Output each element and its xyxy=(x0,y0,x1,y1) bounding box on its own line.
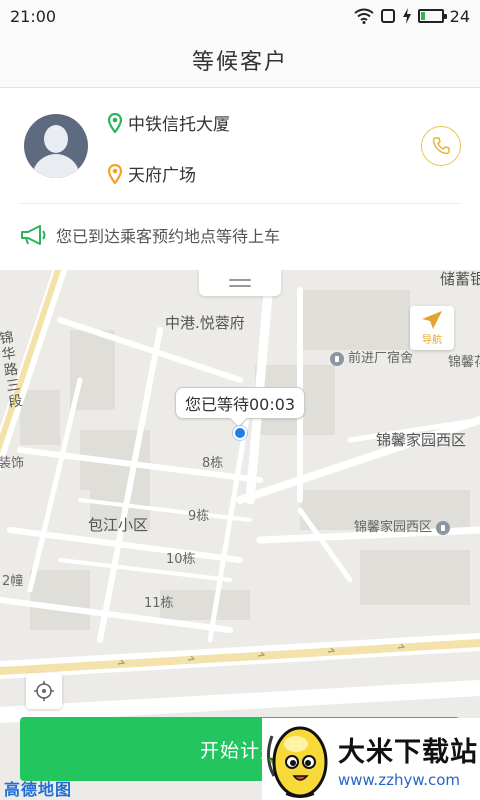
map-provider-logo: 高德地图 xyxy=(4,780,73,799)
navigation-arrow-icon xyxy=(422,311,442,329)
pickup-address: 中铁信托大厦 xyxy=(128,115,230,135)
drawer-handle-line xyxy=(229,279,251,281)
navigation-button[interactable]: 导航 xyxy=(410,306,454,350)
crosshair-icon xyxy=(34,681,54,701)
map-label-building-2: 2幢 xyxy=(2,574,24,589)
status-time: 21:00 xyxy=(10,6,57,26)
arrival-notice: 您已到达乘客预约地点等待上车 xyxy=(20,223,280,247)
avatar-body xyxy=(32,154,80,178)
avatar-head xyxy=(44,125,68,153)
destination-pin-icon xyxy=(108,163,122,184)
battery-icon xyxy=(417,9,447,23)
battery-level xyxy=(420,12,426,20)
poi-marker-icon xyxy=(330,351,344,366)
status-bar: 21:00 24 xyxy=(0,0,480,32)
map-label-decor: 装饰 xyxy=(0,456,25,471)
trip-info-card: 中铁信托大厦 天府广场 您已到达乘客预约地点等待上车 xyxy=(0,89,480,270)
phone-icon xyxy=(432,137,450,155)
map-label-jinxin-poi: 锦馨家园西区 xyxy=(354,516,451,535)
passenger-avatar xyxy=(24,114,88,178)
charging-icon xyxy=(402,8,411,24)
map-label-factory-dorm: 前进厂宿舍 xyxy=(330,347,413,366)
battery-percent: 24 xyxy=(449,6,470,26)
wifi-icon xyxy=(354,8,374,24)
drawer-handle[interactable] xyxy=(199,270,281,296)
waiting-time-bubble: 您已等待00:03 xyxy=(175,387,306,419)
jinxin-poi-text: 锦馨家园西区 xyxy=(354,520,433,535)
map-label-building-9: 9栋 xyxy=(188,509,210,524)
map-label-district: 包江小区 xyxy=(88,516,149,534)
watermark-url: www.zzhyw.com xyxy=(338,770,461,789)
destination-address: 天府广场 xyxy=(128,166,196,186)
map-label-building-10: 10栋 xyxy=(166,552,196,567)
current-location-dot xyxy=(233,426,247,440)
destination-location: 天府广场 xyxy=(108,161,196,186)
pickup-location: 中铁信托大厦 xyxy=(108,110,230,135)
megaphone-icon xyxy=(21,225,46,245)
poi-marker-icon xyxy=(436,520,451,535)
watermark-text: 大米下载站 www.zzhyw.com xyxy=(338,730,478,789)
map-label-bank: 储蓄银 xyxy=(440,270,480,288)
pickup-pin-icon xyxy=(108,112,122,133)
map-label-building-8: 8栋 xyxy=(202,456,224,471)
page-header: 等候客户 xyxy=(0,32,480,88)
mascot-logo xyxy=(262,718,332,800)
corn-mascot-icon xyxy=(267,726,328,798)
call-passenger-button[interactable] xyxy=(421,126,461,166)
watermark-title: 大米下载站 xyxy=(338,736,478,768)
site-watermark: 大米下载站 www.zzhyw.com xyxy=(262,718,480,800)
arrival-notice-text: 您已到达乘客预约地点等待上车 xyxy=(56,227,281,246)
map-label-compound: 中港.悦蓉府 xyxy=(165,314,245,332)
status-icons: 24 xyxy=(354,7,470,26)
map-label-building-11: 11栋 xyxy=(144,596,174,611)
card-divider xyxy=(20,203,460,204)
drawer-handle-line xyxy=(229,285,251,287)
navigation-label: 导航 xyxy=(422,335,442,346)
page-title: 等候客户 xyxy=(191,49,288,75)
sim-card-icon xyxy=(380,9,395,23)
locate-me-button[interactable] xyxy=(26,673,62,709)
map-label-jinxin-area: 锦馨家园西区 xyxy=(376,431,467,449)
map-label-jinxin-right: 锦馨花 xyxy=(448,355,480,370)
factory-dorm-text: 前进厂宿舍 xyxy=(348,351,414,366)
